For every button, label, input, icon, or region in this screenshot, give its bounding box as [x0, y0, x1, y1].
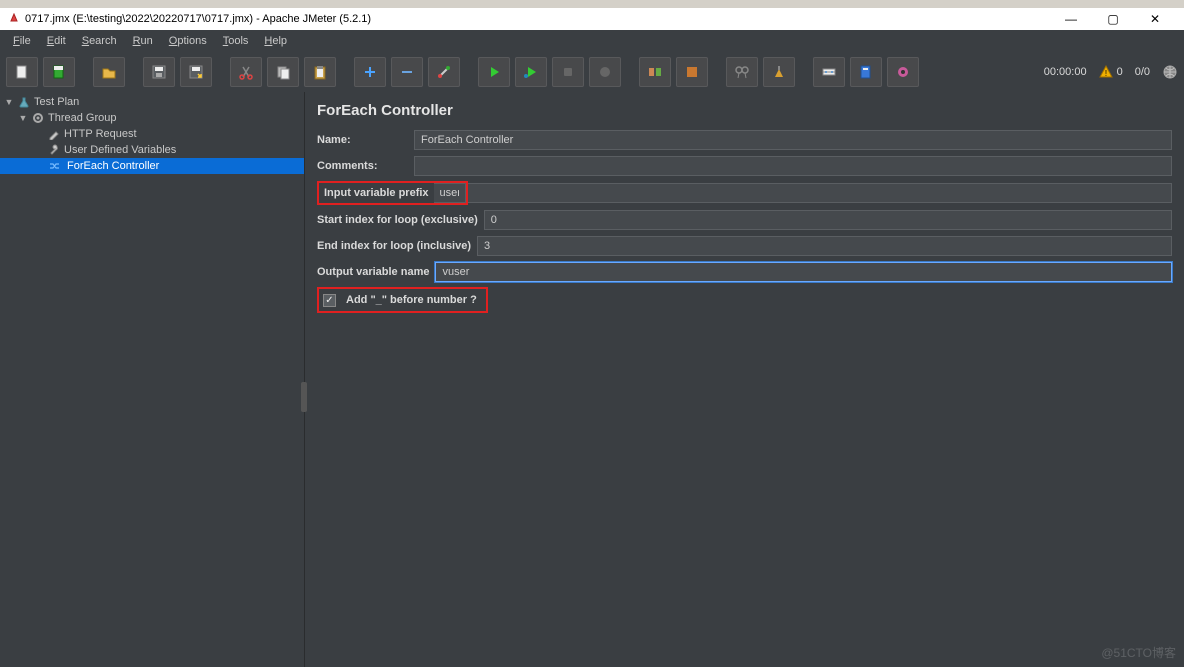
- gear-icon: [31, 112, 45, 124]
- thread-counter: 0/0: [1135, 66, 1150, 78]
- start-index-input[interactable]: [484, 210, 1172, 230]
- start-button[interactable]: [478, 57, 510, 87]
- tree-item-label: User Defined Variables: [64, 144, 176, 156]
- svg-text:!: !: [1104, 69, 1106, 78]
- shuffle-icon: [47, 160, 61, 172]
- tree-item-http-request[interactable]: HTTP Request: [0, 126, 304, 142]
- close-button[interactable]: ✕: [1134, 9, 1176, 29]
- browser-tab-strip: [0, 0, 1184, 8]
- warning-icon: !: [1099, 65, 1113, 79]
- saveas-button[interactable]: [180, 57, 212, 87]
- templates-button[interactable]: [43, 57, 75, 87]
- splitter-handle[interactable]: [301, 382, 307, 412]
- save-button[interactable]: [143, 57, 175, 87]
- menu-tools[interactable]: Tools: [215, 32, 257, 50]
- end-index-input[interactable]: [477, 236, 1172, 256]
- output-name-label: Output variable name: [317, 266, 435, 278]
- tree-item-label: HTTP Request: [64, 128, 137, 140]
- menu-file[interactable]: File: [5, 32, 39, 50]
- expand-button[interactable]: [354, 57, 386, 87]
- editor-title: ForEach Controller: [317, 102, 1172, 119]
- flask-icon: [17, 96, 31, 108]
- menu-bar: File Edit Search Run Options Tools Help: [0, 30, 1184, 52]
- start-notimers-button[interactable]: [515, 57, 547, 87]
- tree-item-thread-group[interactable]: ▼ Thread Group: [0, 110, 304, 126]
- clear-button[interactable]: [726, 57, 758, 87]
- tree-arrow[interactable]: ▼: [18, 113, 28, 123]
- toggle-button[interactable]: [428, 57, 460, 87]
- menu-help[interactable]: Help: [256, 32, 295, 50]
- toolbar: 00:00:00 ! 0 0/0: [0, 52, 1184, 92]
- open-button[interactable]: [93, 57, 125, 87]
- name-label: Name:: [317, 134, 414, 146]
- remote-stop-button[interactable]: [676, 57, 708, 87]
- menu-options[interactable]: Options: [161, 32, 215, 50]
- help-button[interactable]: [887, 57, 919, 87]
- window-title: 0717.jmx (E:\testing\2022\20220717\0717.…: [25, 13, 371, 25]
- stop-button[interactable]: [552, 57, 584, 87]
- tree-item-label: Thread Group: [48, 112, 116, 124]
- menu-search[interactable]: Search: [74, 32, 125, 50]
- editor-panel: ForEach Controller Name: Comments: Input…: [305, 92, 1184, 667]
- output-name-input[interactable]: [435, 262, 1172, 282]
- menu-edit[interactable]: Edit: [39, 32, 74, 50]
- shutdown-button[interactable]: [589, 57, 621, 87]
- tree-arrow[interactable]: ▼: [4, 97, 14, 107]
- copy-button[interactable]: [267, 57, 299, 87]
- tree-item-label: ForEach Controller: [64, 159, 162, 173]
- function-button[interactable]: [850, 57, 882, 87]
- remote-start-button[interactable]: [639, 57, 671, 87]
- start-index-label: Start index for loop (exclusive): [317, 214, 484, 226]
- search-button[interactable]: [813, 57, 845, 87]
- elapsed-time: 00:00:00: [1044, 66, 1087, 78]
- warning-count: ! 0: [1099, 65, 1123, 79]
- maximize-button[interactable]: ▢: [1092, 9, 1134, 29]
- add-underscore-checkbox[interactable]: ✓: [323, 294, 336, 307]
- comments-input[interactable]: [414, 156, 1172, 176]
- new-button[interactable]: [6, 57, 38, 87]
- add-underscore-label: Add "_" before number ?: [341, 291, 482, 309]
- window-titlebar: 0717.jmx (E:\testing\2022\20220717\0717.…: [0, 8, 1184, 30]
- wrench-icon: [47, 144, 61, 156]
- app-icon: [8, 13, 20, 25]
- comments-label: Comments:: [317, 160, 414, 172]
- paste-button[interactable]: [304, 57, 336, 87]
- pencil-icon: [47, 128, 61, 140]
- tree-item-user-defined-variables[interactable]: User Defined Variables: [0, 142, 304, 158]
- tree-item-foreach-controller[interactable]: ForEach Controller: [0, 158, 304, 174]
- collapse-button[interactable]: [391, 57, 423, 87]
- minimize-button[interactable]: —: [1050, 9, 1092, 29]
- status-globe: [1162, 64, 1178, 80]
- menu-run[interactable]: Run: [125, 32, 161, 50]
- input-prefix-extended[interactable]: [468, 183, 1172, 203]
- input-prefix-label: Input variable prefix: [319, 184, 434, 202]
- clearall-button[interactable]: [763, 57, 795, 87]
- end-index-label: End index for loop (inclusive): [317, 240, 477, 252]
- globe-icon: [1162, 64, 1178, 80]
- tree-item-test-plan[interactable]: ▼ Test Plan: [0, 94, 304, 110]
- cut-button[interactable]: [230, 57, 262, 87]
- watermark: @51CTO博客: [1101, 644, 1176, 661]
- input-prefix-input[interactable]: [434, 183, 466, 203]
- name-input[interactable]: [414, 130, 1172, 150]
- test-plan-tree[interactable]: ▼ Test Plan ▼ Thread Group HTTP Request User …: [0, 92, 305, 667]
- tree-item-label: Test Plan: [34, 96, 79, 108]
